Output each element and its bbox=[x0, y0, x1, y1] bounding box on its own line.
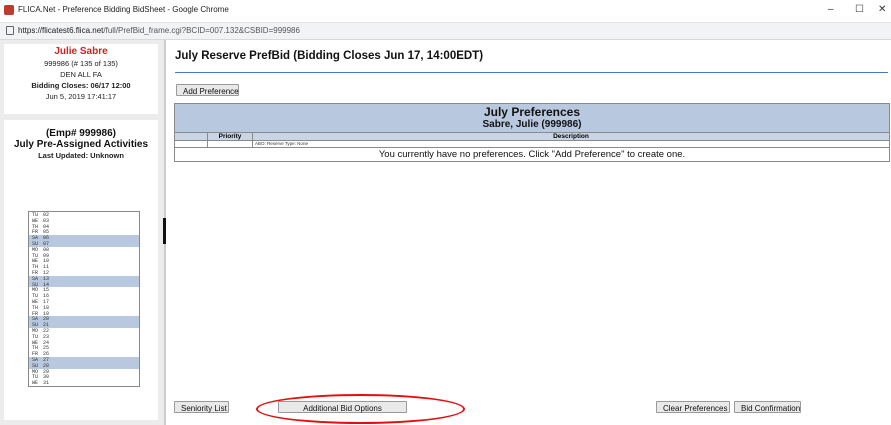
user-id-line: 999986 (# 135 of 135) bbox=[44, 59, 118, 68]
left-panel: Julie Sabre 999986 (# 135 of 135) DEN AL… bbox=[0, 40, 164, 425]
flica-favicon-icon bbox=[4, 5, 14, 15]
pre-assigned-activities-box: (Emp# 999986) July Pre-Assigned Activiti… bbox=[4, 120, 158, 420]
preferences-columns: Priority Description bbox=[175, 132, 889, 140]
calendar-day-row: WE 31 bbox=[29, 380, 139, 386]
user-base-line: DEN ALL FA bbox=[60, 70, 102, 79]
bidding-closes-line: Bidding Closes: 06/17 12:00 bbox=[31, 81, 131, 90]
preferences-table-header: July Preferences Sabre, Julie (999986) bbox=[175, 104, 889, 132]
browser-titlebar: FLICA.Net - Preference Bidding BidSheet … bbox=[0, 0, 891, 23]
emp-number: (Emp# 999986) bbox=[45, 128, 117, 139]
url-text[interactable]: https://flicatest6.flica.net/full/PrefBi… bbox=[18, 26, 300, 35]
last-updated: Last Updated: Unknown bbox=[38, 151, 124, 160]
preferences-subheading: Sabre, Julie (999986) bbox=[482, 119, 582, 130]
activities-calendar: TU 02 WE 03 TH 04 FR 05 SA 06 SU 07 MO 08 TU 09 WE 10 TH 11… bbox=[28, 211, 140, 387]
close-button[interactable]: ✕ bbox=[878, 4, 886, 15]
url-host: https://flicatest6.flica.net bbox=[18, 26, 104, 35]
main-panel: July Reserve PrefBid (Bidding Closes Jun… bbox=[170, 40, 891, 425]
page-title: July Reserve PrefBid (Bidding Closes Jun… bbox=[175, 50, 484, 62]
bid-confirmation-button[interactable]: Bid Confirmation bbox=[734, 401, 801, 413]
lock-icon bbox=[6, 26, 14, 35]
user-info-box: Julie Sabre 999986 (# 135 of 135) DEN AL… bbox=[4, 44, 158, 114]
activities-title: July Pre-Assigned Activities bbox=[13, 139, 149, 150]
additional-bid-options-button[interactable]: Additional Bid Options bbox=[278, 401, 407, 413]
seniority-list-button[interactable]: Seniority List bbox=[174, 401, 229, 413]
calendar-date: 31 bbox=[43, 380, 50, 387]
col-priority: Priority bbox=[208, 133, 253, 140]
activities-header: (Emp# 999986) July Pre-Assigned Activiti… bbox=[4, 128, 158, 160]
row-priority bbox=[208, 141, 253, 147]
col-description: Description bbox=[553, 133, 589, 140]
preferences-default-row: ABO: Reserve Type: None bbox=[175, 140, 889, 147]
user-name: Julie Sabre bbox=[54, 46, 108, 57]
calendar-dow: WE bbox=[32, 380, 39, 387]
window-title: FLICA.Net - Preference Bidding BidSheet … bbox=[18, 5, 229, 14]
title-rule bbox=[175, 72, 888, 73]
url-path: /full/PrefBid_frame.cgi?BCID=007.132&CSB… bbox=[103, 26, 300, 35]
col-blank bbox=[175, 133, 208, 140]
timestamp-line: Jun 5, 2019 17:41:17 bbox=[45, 92, 117, 101]
add-preference-button[interactable]: Add Preference bbox=[176, 84, 239, 96]
empty-message: You currently have no preferences. Click… bbox=[175, 147, 889, 161]
preferences-heading: July Preferences bbox=[483, 105, 581, 119]
frame-resize-handle[interactable] bbox=[163, 218, 166, 244]
minimize-button[interactable]: – bbox=[828, 4, 834, 15]
address-bar[interactable]: https://flicatest6.flica.net/full/PrefBi… bbox=[0, 23, 891, 40]
row-description: ABO: Reserve Type: None bbox=[255, 141, 308, 146]
maximize-button[interactable]: ☐ bbox=[855, 4, 864, 15]
preferences-table: July Preferences Sabre, Julie (999986) P… bbox=[174, 103, 890, 162]
row-blank bbox=[175, 141, 208, 147]
clear-preferences-button[interactable]: Clear Preferences bbox=[656, 401, 730, 413]
